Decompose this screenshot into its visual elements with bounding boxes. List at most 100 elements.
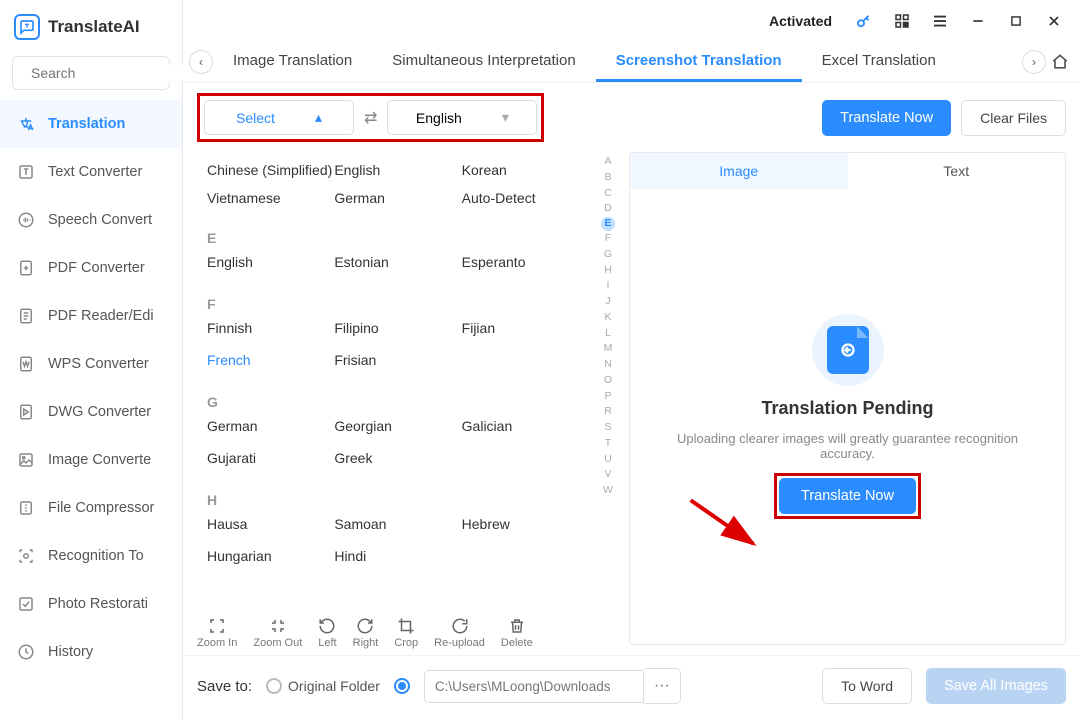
az-index-r[interactable]: R [604,404,612,420]
lang-option[interactable]: Korean [462,156,589,184]
lang-option[interactable]: Filipino [334,312,461,344]
swap-languages-button[interactable]: ⇄ [354,108,387,128]
qr-icon[interactable] [892,11,912,31]
reupload-icon [451,617,469,635]
az-index-f[interactable]: F [605,231,611,247]
sidebar-item-speech-convert[interactable]: Speech Convert [0,196,182,244]
sidebar-item-photo-restoration[interactable]: Photo Restorati [0,580,182,628]
rotate-right-button[interactable]: Right [353,617,379,649]
az-index-t[interactable]: T [605,436,611,452]
reupload-button[interactable]: Re-upload [434,617,485,649]
source-lang-select[interactable]: Select ▴ [204,100,354,135]
key-icon[interactable] [854,11,874,31]
lang-option[interactable]: Fijian [462,312,589,344]
az-index-s[interactable]: S [604,420,611,436]
home-button[interactable] [1046,48,1074,76]
az-index-d[interactable]: D [604,201,612,217]
lang-option[interactable]: German [207,410,334,442]
az-index-i[interactable]: I [607,278,610,294]
lang-option-french[interactable]: French [207,344,334,376]
az-index-h[interactable]: H [604,263,612,279]
az-index-l[interactable]: L [605,326,611,342]
tab-screenshot-translation[interactable]: Screenshot Translation [596,42,802,82]
result-tab-text[interactable]: Text [848,153,1066,189]
az-index-m[interactable]: M [604,341,613,357]
maximize-icon[interactable] [1006,11,1026,31]
translate-now-panel-button[interactable]: Translate Now [779,478,916,514]
target-lang-select[interactable]: English ▾ [387,100,537,135]
rotate-left-button[interactable]: Left [318,617,336,649]
sidebar-item-pdf-reader[interactable]: PDF Reader/Edi [0,292,182,340]
sidebar-item-dwg-converter[interactable]: DWG Converter [0,388,182,436]
search-input-wrap[interactable] [12,56,170,90]
lang-option[interactable]: Galician [462,410,589,442]
save-all-images-button[interactable]: Save All Images [926,668,1066,704]
tab-image-translation[interactable]: Image Translation [213,42,372,82]
save-path-input[interactable]: C:\Users\MLoong\Downloads [424,670,644,703]
az-index-w[interactable]: W [603,483,613,499]
menu-icon[interactable] [930,11,950,31]
to-word-button[interactable]: To Word [822,668,912,704]
lang-option[interactable]: Auto-Detect [462,184,589,212]
lang-option[interactable]: Vietnamese [207,184,334,212]
lang-option[interactable]: Estonian [334,246,461,278]
lang-option[interactable]: German [334,184,461,212]
sidebar-item-label: DWG Converter [48,404,151,420]
lang-option[interactable]: Hausa [207,508,334,540]
az-index-b[interactable]: B [604,170,611,186]
sidebar-item-recognition[interactable]: Recognition To [0,532,182,580]
rotate-left-icon [318,617,336,635]
sidebar-item-translation[interactable]: Translation [0,100,182,148]
az-index-o[interactable]: O [604,373,612,389]
tab-excel-translation[interactable]: Excel Translation [802,42,956,82]
az-index-k[interactable]: K [604,310,611,326]
lang-option[interactable]: Esperanto [462,246,589,278]
az-index-u[interactable]: U [604,452,612,468]
sidebar-item-pdf-converter[interactable]: PDF Converter [0,244,182,292]
lang-option[interactable]: Hindi [334,540,461,572]
tab-simultaneous[interactable]: Simultaneous Interpretation [372,42,595,82]
az-index-p[interactable]: P [604,389,611,405]
minimize-icon[interactable] [968,11,988,31]
zoom-out-button[interactable]: Zoom Out [253,617,302,649]
lang-option[interactable] [462,540,589,572]
clear-files-button[interactable]: Clear Files [961,100,1066,136]
save-original-folder-radio[interactable]: Original Folder [266,678,380,694]
result-tab-image[interactable]: Image [630,153,848,189]
az-index-a[interactable]: A [604,154,611,170]
lang-option[interactable]: English [334,156,461,184]
az-index-g[interactable]: G [604,247,612,263]
sidebar-item-text-converter[interactable]: Text Converter [0,148,182,196]
lang-option[interactable]: Finnish [207,312,334,344]
az-index-c[interactable]: C [604,186,612,202]
tabs-next[interactable]: › [1022,50,1046,74]
lang-option[interactable]: English [207,246,334,278]
sidebar-item-wps-converter[interactable]: WPS Converter [0,340,182,388]
sidebar-item-image-converter[interactable]: Image Converte [0,436,182,484]
az-index-n[interactable]: N [604,357,612,373]
az-index-v[interactable]: V [604,467,611,483]
delete-button[interactable]: Delete [501,617,533,649]
save-path-browse[interactable]: ··· [644,668,681,704]
lang-option[interactable]: Hebrew [462,508,589,540]
lang-option[interactable]: Chinese (Simplified) [207,156,334,184]
zoom-out-icon [269,617,287,635]
lang-option[interactable]: Greek [334,442,461,474]
sidebar-item-file-compressor[interactable]: File Compressor [0,484,182,532]
sidebar-item-history[interactable]: History [0,628,182,676]
lang-option[interactable]: Hungarian [207,540,334,572]
save-custom-path-radio[interactable] [394,678,410,694]
close-icon[interactable] [1044,11,1064,31]
lang-option[interactable]: Samoan [334,508,461,540]
az-index-e[interactable]: E [601,217,615,231]
crop-button[interactable]: Crop [394,617,418,649]
translate-now-button[interactable]: Translate Now [822,100,951,136]
az-index-j[interactable]: J [605,294,610,310]
tabs-prev[interactable]: ‹ [189,50,213,74]
lang-option[interactable]: Georgian [334,410,461,442]
lang-option[interactable] [462,442,589,474]
lang-option[interactable]: Frisian [334,344,461,376]
zoom-in-button[interactable]: Zoom In [197,617,237,649]
lang-option[interactable] [462,344,589,376]
lang-option[interactable]: Gujarati [207,442,334,474]
